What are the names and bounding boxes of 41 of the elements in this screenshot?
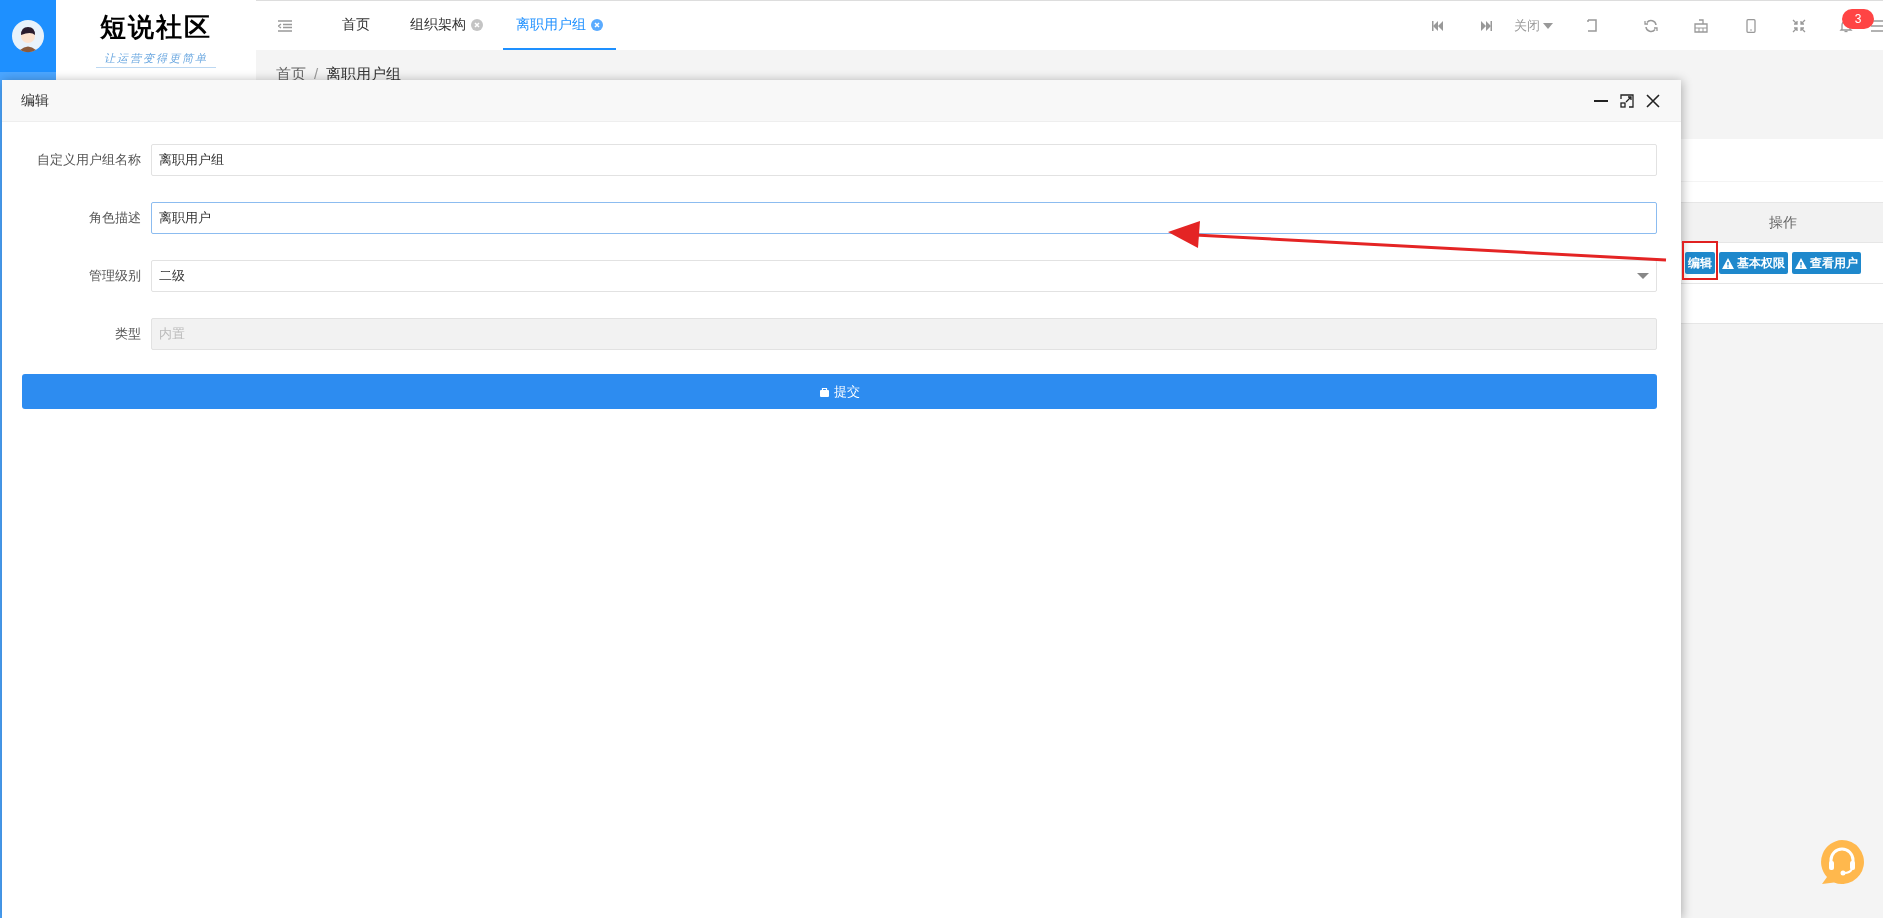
close-icon[interactable] xyxy=(1646,93,1660,108)
refresh-icon[interactable] xyxy=(1644,18,1658,33)
select-field[interactable]: 二级 xyxy=(151,260,1657,292)
dialog-title: 编辑 xyxy=(21,91,49,110)
logo-title: 短说社区 xyxy=(100,14,212,40)
field-label: 类型 xyxy=(114,325,142,344)
logo-slogan: 让运营变得更简单 xyxy=(96,50,216,68)
tab-close-icon[interactable] xyxy=(471,18,483,31)
rewind-icon[interactable] xyxy=(1432,18,1444,33)
input-field[interactable]: 离职用户组 xyxy=(151,144,1657,176)
mobile-icon[interactable] xyxy=(1746,18,1756,33)
fullscreen-exit-icon[interactable] xyxy=(1792,18,1806,33)
avatar-icon[interactable] xyxy=(11,19,45,53)
close-menu-button[interactable]: 关闭 xyxy=(1510,1,1557,50)
warning-icon xyxy=(1722,257,1734,269)
collapse-menu-icon[interactable] xyxy=(278,19,292,32)
field-label: 角色描述 xyxy=(88,209,142,228)
caret-icon xyxy=(1543,22,1553,29)
warning-icon xyxy=(1795,257,1807,269)
column-header: 操作 xyxy=(1769,213,1797,232)
action-button[interactable]: 编辑 xyxy=(1685,252,1715,274)
maximize-icon[interactable] xyxy=(1620,93,1634,108)
dropdown-caret-icon xyxy=(1637,273,1649,279)
menu-icon[interactable] xyxy=(1871,18,1883,33)
fast-forward-icon[interactable] xyxy=(1480,18,1492,33)
action-button[interactable]: 查看用户 xyxy=(1792,252,1861,274)
action-button[interactable]: 基本权限 xyxy=(1719,252,1788,274)
notification-badge: 3 xyxy=(1842,9,1874,29)
customer-service-icon[interactable] xyxy=(1819,839,1865,885)
submit-button[interactable]: 提交 xyxy=(22,374,1657,409)
tab[interactable]: 首页 xyxy=(322,1,390,50)
field-label: 自定义用户组名称 xyxy=(36,151,142,170)
field-label: 管理级别 xyxy=(88,267,142,286)
submit-icon xyxy=(819,386,829,397)
tab[interactable]: 组织架构 xyxy=(390,1,503,50)
highlight-frame xyxy=(1682,241,1718,280)
input-field[interactable]: 离职用户 xyxy=(151,202,1657,234)
tab-close-icon[interactable] xyxy=(591,18,603,31)
tab[interactable]: 离职用户组 xyxy=(503,1,616,50)
breadcrumb-separator: / xyxy=(314,63,319,84)
return-icon[interactable] xyxy=(1586,18,1598,33)
